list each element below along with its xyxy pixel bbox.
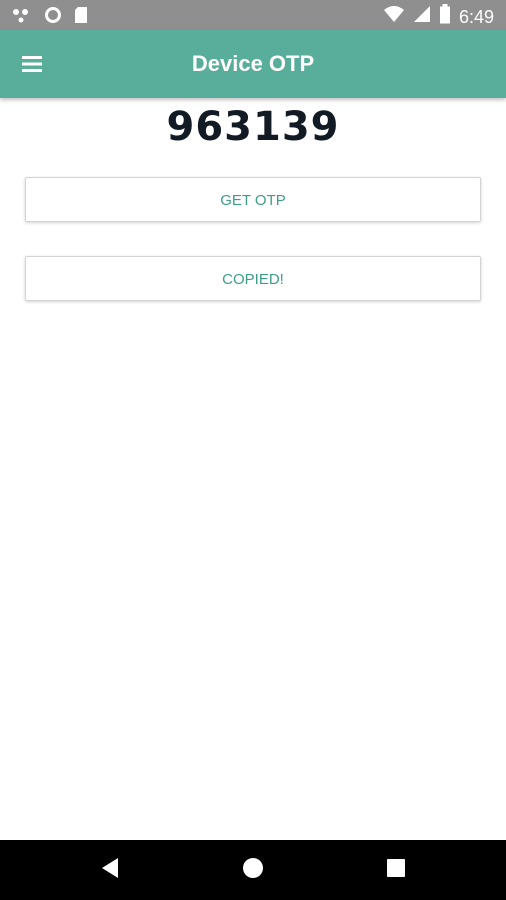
sd-card-icon <box>74 6 88 29</box>
notification-dots-icon <box>12 7 32 28</box>
get-otp-button[interactable]: GET OTP <box>25 177 481 222</box>
circle-icon <box>44 6 62 29</box>
copy-otp-button[interactable]: COPIED! <box>25 256 481 301</box>
otp-code: 963139 <box>166 104 340 150</box>
status-left-icons <box>12 6 88 29</box>
home-button[interactable] <box>223 840 283 900</box>
home-icon <box>242 857 264 884</box>
screen: 6:49 Device OTP 963139 GET OTP COPIED! <box>0 0 506 900</box>
battery-icon <box>439 4 451 29</box>
status-time: 6:49 <box>458 6 494 27</box>
back-button[interactable] <box>80 840 140 900</box>
app-title: Device OTP <box>191 51 315 76</box>
navigation-bar <box>0 840 506 900</box>
back-icon <box>100 857 120 884</box>
app-bar: Device OTP <box>0 30 506 98</box>
recents-icon <box>387 858 405 882</box>
status-right-icons: 6:49 <box>383 4 494 29</box>
status-bar: 6:49 <box>0 0 506 30</box>
wifi-icon <box>383 5 405 28</box>
signal-icon <box>413 5 431 28</box>
recents-button[interactable] <box>366 840 426 900</box>
